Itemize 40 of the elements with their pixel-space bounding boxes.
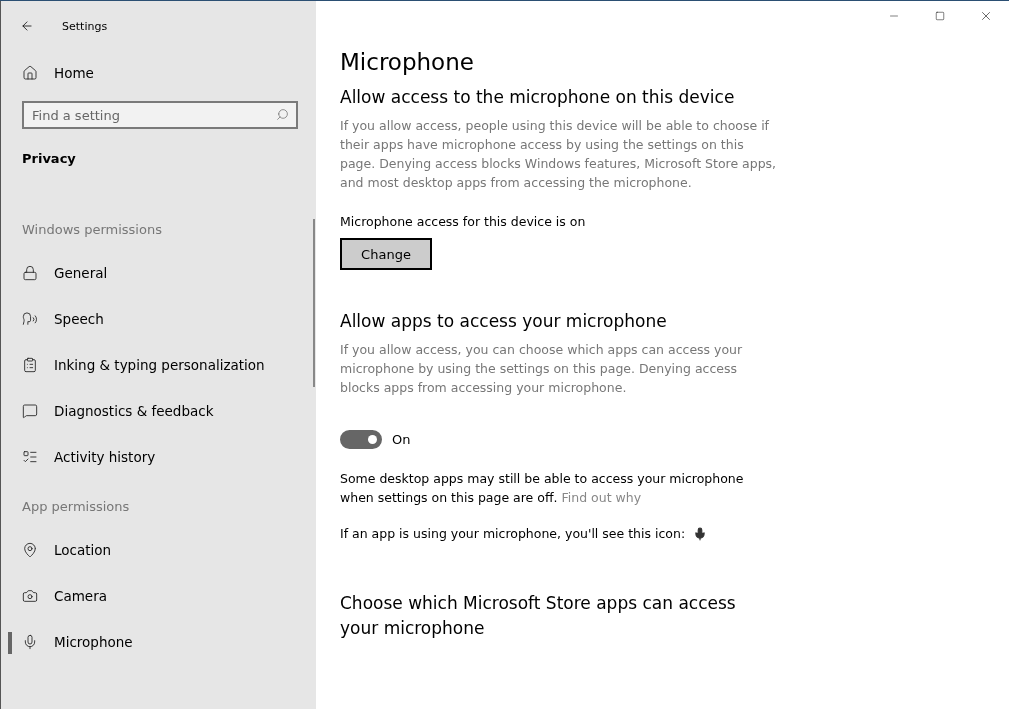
section-heading: Allow apps to access your microphone — [340, 310, 668, 333]
group-heading: App permissions — [22, 499, 131, 516]
clipboard-icon — [22, 357, 38, 373]
icon-note-text: If an app is using your microphone, you'll see this icon: — [340, 526, 686, 541]
group-heading: Windows permissions — [22, 222, 163, 239]
home-icon — [22, 65, 38, 81]
close-icon — [979, 9, 993, 23]
sidebar-item[interactable]: General — [1, 250, 294, 296]
note-text: Some desktop apps may still be able to access your microphone when settings on this page are off. Find out why — [340, 470, 745, 507]
toggle-switch[interactable] — [340, 430, 382, 449]
section-description: If you allow access, people using this device will be able to choose if their apps have microphone access by using the settings on this page. Denying access blocks Windows features, Microsoft Store apps, and most desktop apps from accessing the microphone. — [340, 117, 778, 192]
chat-icon — [22, 403, 38, 419]
maximize-icon — [935, 11, 945, 21]
section-heading: Allow access to the microphone on this device — [340, 86, 736, 109]
toggle-label: On — [392, 432, 411, 447]
sidebar-item[interactable]: Camera — [1, 573, 294, 619]
sidebar-item[interactable]: Location — [1, 527, 294, 573]
back-button[interactable] — [20, 19, 34, 33]
change-button[interactable]: Change — [340, 238, 432, 270]
section-heading: Choose which Microsoft Store apps can access your microphone — [340, 592, 737, 640]
sidebar-item[interactable]: Diagnostics & feedback — [1, 388, 294, 434]
window-title: Settings — [62, 19, 108, 33]
home-link[interactable]: Home — [22, 45, 316, 101]
list-icon — [22, 449, 38, 465]
section-description: If you allow access, you can choose which apps can access your microphone by using the settings on this page. Denying access blocks apps from accessing your microphone. — [340, 341, 744, 397]
status-text: Microphone access for this device is on — [340, 213, 587, 231]
find-out-why-link[interactable]: Find out why — [561, 490, 642, 505]
camera-icon — [22, 588, 38, 604]
pin-icon — [22, 542, 38, 558]
search-field[interactable]: Find a setting — [22, 101, 298, 129]
sidebar-item[interactable]: Activity history — [1, 434, 294, 480]
scrollbar[interactable] — [313, 219, 315, 387]
sidebar-item[interactable]: Microphone — [1, 619, 294, 665]
lock-icon — [22, 265, 38, 281]
sidebar-item[interactable]: Inking & typing personalization — [1, 342, 294, 388]
sidebar-item[interactable]: Speech — [1, 296, 294, 342]
page-title: Microphone — [340, 49, 475, 75]
search-icon — [276, 108, 289, 121]
speech-icon — [22, 311, 38, 327]
section-title: Privacy — [22, 151, 77, 168]
